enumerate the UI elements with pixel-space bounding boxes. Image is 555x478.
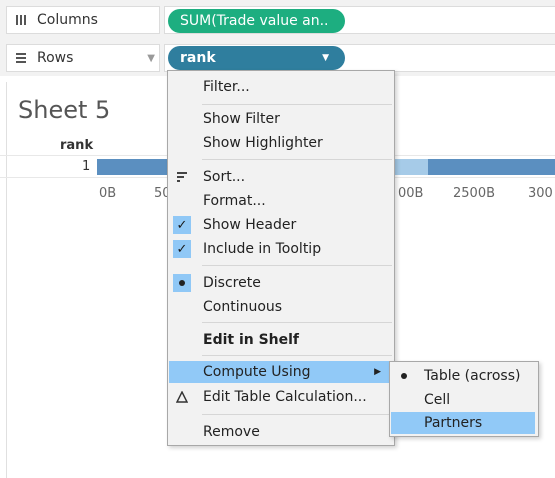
- sheet-title: Sheet 5: [18, 96, 111, 124]
- radio-dot-icon: [395, 367, 413, 385]
- axis-tick: 300: [528, 186, 553, 201]
- columns-pill[interactable]: SUM(Trade value an..: [168, 9, 345, 33]
- menu-item-discrete[interactable]: Discrete: [169, 272, 393, 294]
- rows-pill[interactable]: rank ▼: [168, 46, 345, 70]
- menu-separator: [202, 159, 392, 160]
- columns-shelf-label: Columns: [6, 6, 160, 34]
- menu-item-filter[interactable]: Filter...: [169, 76, 393, 98]
- delta-icon: [173, 388, 191, 406]
- submenu-item-partners[interactable]: Partners: [391, 412, 535, 434]
- menu-item-show-highlighter[interactable]: Show Highlighter: [169, 132, 393, 154]
- menu-item-compute-using[interactable]: Compute Using ▶: [169, 361, 393, 383]
- chevron-down-icon[interactable]: ▼: [147, 53, 155, 64]
- menu-item-remove[interactable]: Remove: [169, 421, 393, 443]
- axis-tick: 2500B: [453, 186, 496, 201]
- submenu-item-cell[interactable]: Cell: [391, 389, 535, 411]
- rows-icon: [9, 52, 33, 64]
- rows-label: Rows: [37, 50, 74, 66]
- rows-shelf-label: Rows ▼: [6, 44, 160, 72]
- menu-separator: [202, 355, 392, 356]
- menu-separator: [202, 265, 392, 266]
- pill-dropdown-icon[interactable]: ▼: [322, 53, 329, 63]
- columns-icon: [9, 14, 33, 26]
- menu-item-edit-table-calculation[interactable]: Edit Table Calculation...: [169, 386, 393, 408]
- row-header[interactable]: rank: [60, 138, 93, 153]
- menu-item-show-header[interactable]: ✓ Show Header: [169, 214, 393, 236]
- rows-pill-label: rank: [180, 50, 216, 66]
- bar-highlight: [395, 159, 428, 175]
- menu-separator: [202, 104, 392, 105]
- check-icon: ✓: [173, 216, 191, 234]
- submenu-arrow-icon: ▶: [374, 367, 381, 377]
- axis-tick: 00B: [398, 186, 424, 201]
- menu-separator: [202, 322, 392, 323]
- menu-item-continuous[interactable]: Continuous: [169, 296, 393, 318]
- axis-tick: 0B: [99, 186, 117, 201]
- context-menu: Filter... Show Filter Show Highlighter S…: [167, 70, 395, 446]
- submenu-item-table-across[interactable]: Table (across): [391, 365, 535, 387]
- check-icon: ✓: [173, 240, 191, 258]
- menu-item-include-in-tooltip[interactable]: ✓ Include in Tooltip: [169, 238, 393, 260]
- menu-item-sort[interactable]: Sort...: [169, 166, 393, 188]
- menu-item-format[interactable]: Format...: [169, 190, 393, 212]
- compute-using-submenu: Table (across) Cell Partners: [389, 361, 539, 437]
- menu-item-edit-in-shelf[interactable]: Edit in Shelf: [169, 329, 393, 351]
- radio-dot-icon: [173, 274, 191, 292]
- menu-separator: [202, 414, 392, 415]
- columns-label: Columns: [37, 12, 98, 28]
- sort-icon: [173, 168, 191, 186]
- row-value[interactable]: 1: [82, 159, 90, 174]
- menu-item-show-filter[interactable]: Show Filter: [169, 108, 393, 130]
